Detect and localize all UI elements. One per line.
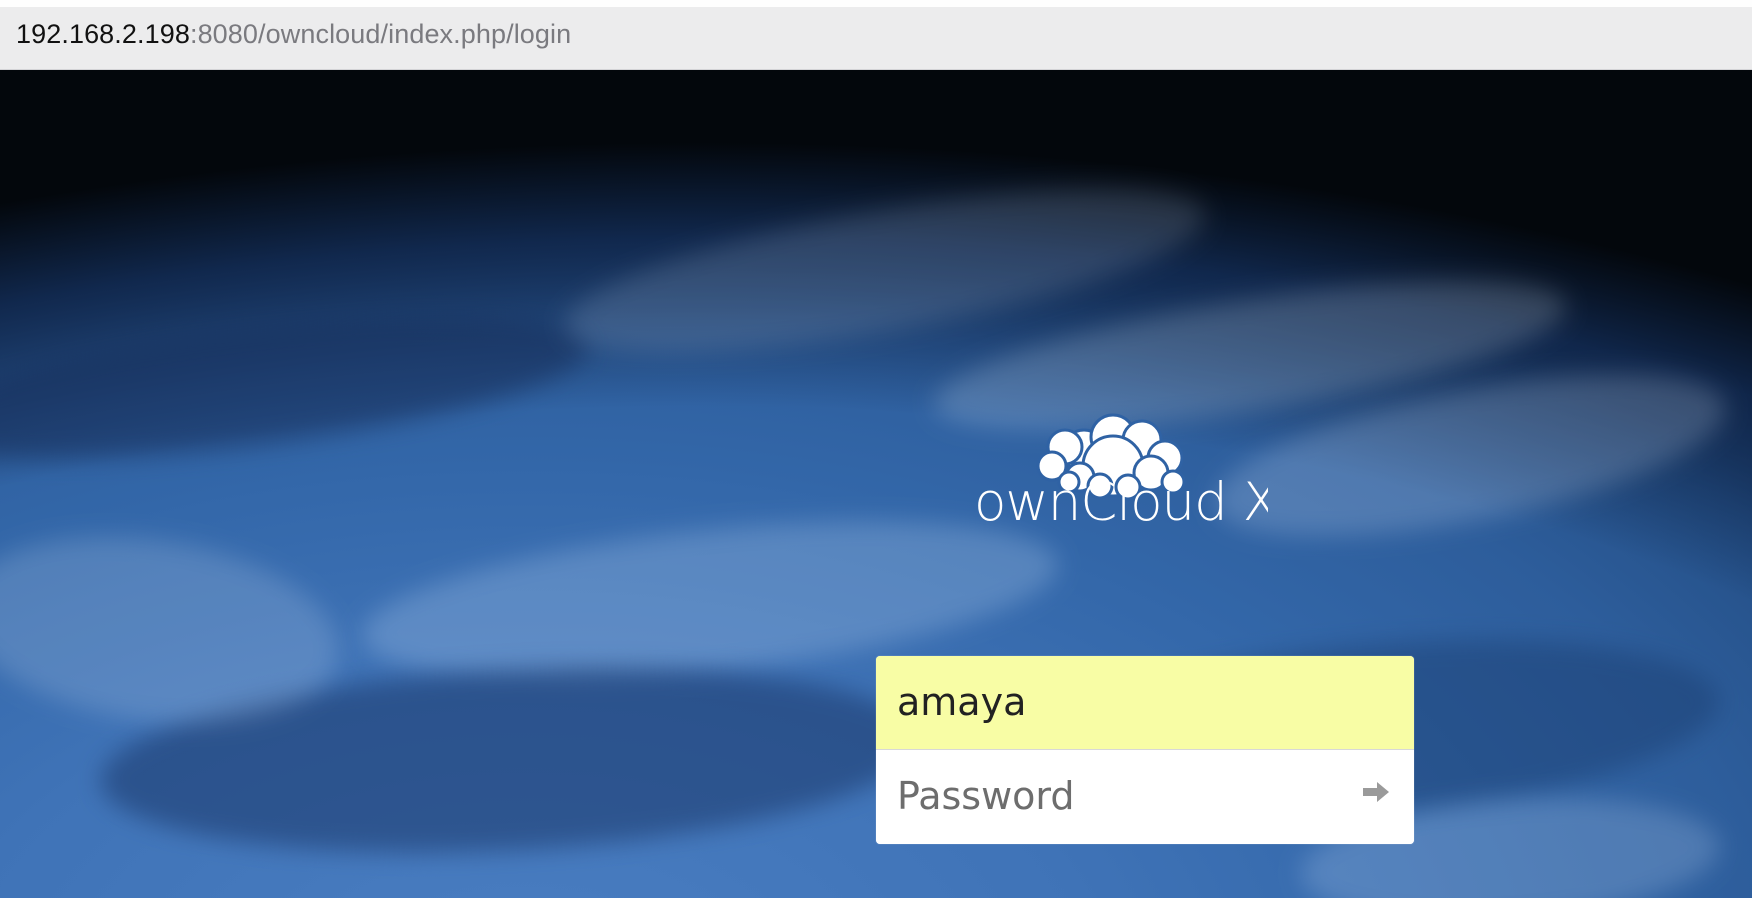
url-path: :8080/owncloud/index.php/login bbox=[189, 19, 572, 49]
owncloud-logo: ownCloud X bbox=[974, 413, 1268, 533]
username-field[interactable]: amaya bbox=[876, 656, 1414, 750]
owncloud-logo-text: ownCloud X bbox=[974, 472, 1268, 533]
password-field[interactable]: Password bbox=[876, 750, 1414, 844]
login-background: ownCloud X amaya Password bbox=[0, 70, 1752, 898]
login-form: amaya Password bbox=[876, 656, 1414, 844]
url-display[interactable]: 192.168.2.198:8080/owncloud/index.php/lo… bbox=[16, 18, 571, 50]
address-bar-top-strip bbox=[0, 0, 1752, 7]
url-host: 192.168.2.198 bbox=[16, 19, 190, 49]
arrow-right-icon[interactable] bbox=[1360, 776, 1392, 808]
browser-page: 192.168.2.198:8080/owncloud/index.php/lo… bbox=[0, 0, 1752, 898]
background-cloud-band bbox=[0, 288, 595, 487]
address-bar[interactable]: 192.168.2.198:8080/owncloud/index.php/lo… bbox=[0, 0, 1752, 70]
